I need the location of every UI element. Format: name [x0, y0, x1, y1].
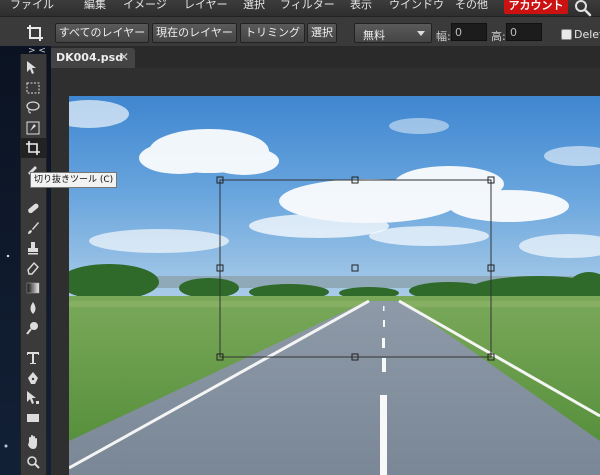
menu-layer[interactable]: レイヤー	[184, 0, 228, 16]
spot-heal-tool[interactable]	[21, 198, 46, 218]
menu-window[interactable]: ウインドウ	[389, 0, 444, 16]
brush-tool[interactable]	[21, 218, 46, 238]
text-icon	[27, 352, 39, 364]
canvas-area	[51, 68, 600, 475]
lasso-icon	[26, 101, 40, 114]
menu-edit[interactable]: 編集	[84, 0, 106, 16]
ratio-select[interactable]: 無料	[354, 23, 432, 43]
zoom-icon	[27, 456, 40, 469]
gradient-icon	[26, 282, 40, 294]
document-tab[interactable]: DK004.psd ✕	[51, 48, 135, 68]
rectangle-icon	[27, 414, 39, 422]
stamp-icon	[28, 242, 38, 255]
menu-view[interactable]: 表示	[350, 0, 372, 16]
width-input[interactable]	[451, 23, 487, 41]
ratio-select-value: 無料	[363, 29, 385, 42]
tool-options-bar: すべてのレイヤー 現在のレイヤー トリミング 選択 無料 幅: 高: Delet	[0, 17, 600, 47]
account-button[interactable]: アカウント	[504, 0, 568, 14]
dodge-tool[interactable]	[21, 318, 46, 338]
select-button[interactable]: 選択	[307, 23, 337, 43]
current-layer-button[interactable]: 現在のレイヤー	[152, 23, 237, 43]
lasso-tool[interactable]	[21, 98, 46, 118]
quick-select-icon	[26, 121, 40, 135]
crop-tool-tooltip: 切り抜きツール (C)	[30, 172, 118, 188]
type-tool[interactable]	[21, 348, 46, 368]
path-select-tool[interactable]	[21, 388, 46, 408]
zoom-tool[interactable]	[21, 452, 46, 472]
delete-checkbox[interactable]	[561, 29, 572, 40]
move-tool[interactable]	[21, 58, 46, 78]
crop-tool-icon	[26, 141, 40, 155]
tool-strip	[20, 54, 47, 475]
document-tab-bar: DK004.psd ✕	[51, 46, 600, 68]
menu-image[interactable]: イメージ	[123, 0, 167, 16]
brush-icon	[28, 222, 39, 234]
dodge-icon	[26, 322, 38, 335]
document-image[interactable]	[69, 96, 600, 475]
height-input[interactable]	[506, 23, 542, 41]
hand-icon	[28, 435, 37, 449]
document-tab-label: DK004.psd	[56, 51, 124, 64]
eraser-tool[interactable]	[21, 258, 46, 278]
pen-tool[interactable]	[21, 368, 46, 388]
trim-button[interactable]: トリミング	[240, 23, 305, 43]
close-icon[interactable]: ✕	[119, 50, 129, 64]
menu-more[interactable]: その他	[455, 0, 488, 16]
height-label: 高:	[491, 30, 506, 43]
drop-icon	[30, 302, 36, 314]
marquee-icon	[26, 82, 40, 94]
eraser-icon	[27, 261, 39, 275]
all-layers-button[interactable]: すべてのレイヤー	[55, 23, 149, 43]
hand-tool[interactable]	[21, 432, 46, 452]
crop-tool[interactable]	[21, 138, 46, 158]
shape-tool[interactable]	[21, 408, 46, 428]
menu-bar: ファイル 編集 イメージ レイヤー 選択 フィルター 表示 ウインドウ その他 …	[0, 0, 600, 17]
delete-label: Delet	[574, 28, 600, 41]
marquee-tool[interactable]	[21, 78, 46, 98]
blur-tool[interactable]	[21, 298, 46, 318]
menu-file[interactable]: ファイル	[10, 0, 54, 16]
move-icon	[27, 61, 36, 74]
chevron-down-icon	[417, 31, 425, 36]
menu-filter[interactable]: フィルター	[280, 0, 335, 16]
gradient-tool[interactable]	[21, 278, 46, 298]
width-label: 幅:	[436, 30, 451, 43]
bandage-icon	[28, 203, 39, 214]
path-select-icon	[27, 391, 39, 404]
road-landscape-image	[69, 96, 600, 475]
stamp-tool[interactable]	[21, 238, 46, 258]
crop-icon	[26, 24, 44, 45]
menu-select[interactable]: 選択	[243, 0, 265, 16]
quick-select-tool[interactable]	[21, 118, 46, 138]
pen-icon	[28, 372, 38, 384]
